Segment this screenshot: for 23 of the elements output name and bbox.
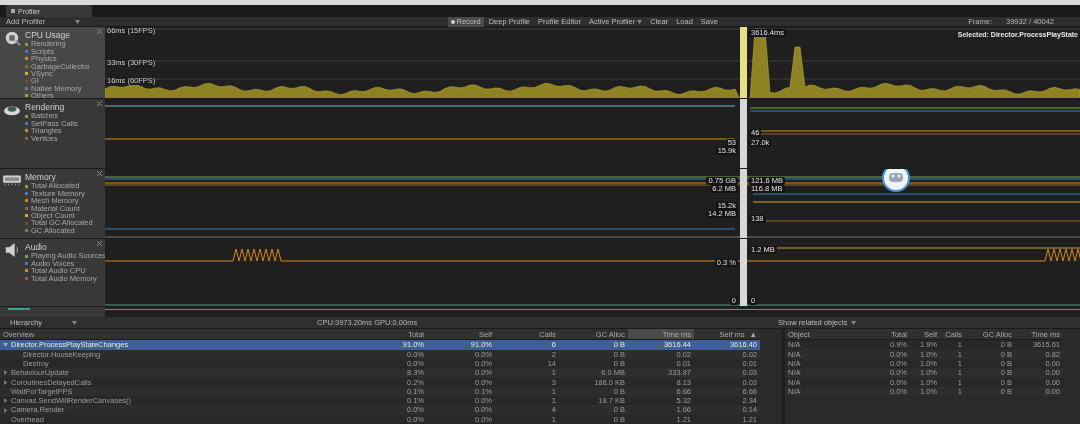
frame-marker[interactable]: [740, 27, 747, 99]
collapsed-arrow-icon[interactable]: [3, 407, 8, 413]
record-icon: [450, 19, 455, 24]
module-title: Memory: [25, 172, 56, 183]
module-title: Rendering: [25, 102, 65, 113]
close-icon[interactable]: [97, 101, 102, 107]
frame-marker[interactable]: [740, 169, 747, 239]
expanded-arrow-icon[interactable]: [3, 342, 8, 348]
collapsed-arrow-icon[interactable]: [3, 379, 8, 385]
window-icon: [11, 9, 15, 14]
close-icon[interactable]: [97, 29, 102, 35]
caret-icon: [850, 320, 856, 325]
module-bar-icon: [8, 308, 30, 311]
bubble-icon: [881, 169, 911, 194]
caret-icon: [72, 320, 78, 325]
frame-marker[interactable]: [740, 99, 747, 169]
collapsed-arrow-icon[interactable]: [3, 398, 8, 404]
close-icon[interactable]: [97, 241, 102, 247]
collapsed-arrow-icon[interactable]: [3, 370, 8, 376]
module-title: CPU Usage: [25, 30, 70, 41]
frame-marker[interactable]: [740, 239, 747, 307]
close-icon[interactable]: [97, 171, 102, 177]
module-title: Audio: [25, 242, 47, 253]
